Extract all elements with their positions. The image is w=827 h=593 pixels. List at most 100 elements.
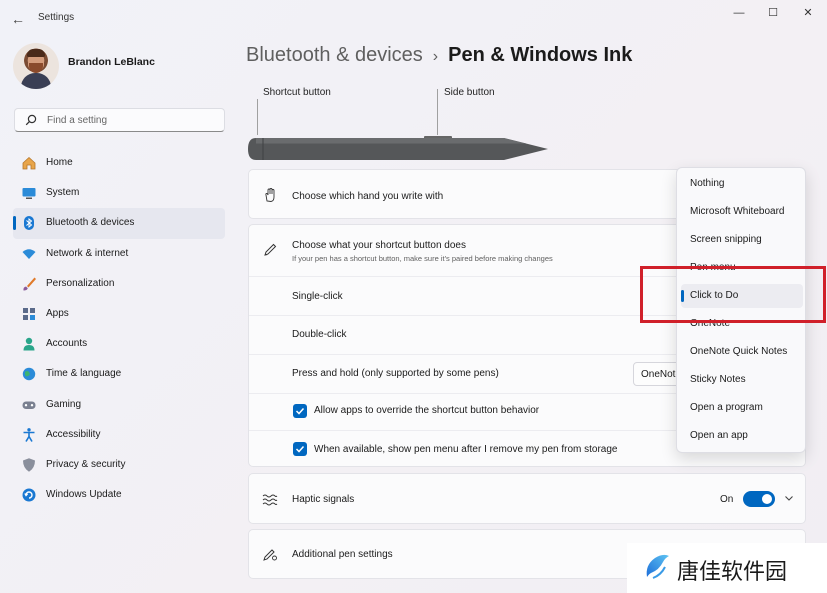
system-icon [22,188,36,200]
maximize-button[interactable]: ☐ [758,5,788,21]
menu-item-label: Sticky Notes [690,374,746,385]
page-title: Pen & Windows Ink [448,44,633,66]
sidebar-item-windows-update[interactable]: Windows Update [13,480,225,510]
shield-icon [23,458,35,472]
haptic-signals-label: Haptic signals [292,494,355,505]
sidebar-item-gaming[interactable]: Gaming [13,390,225,420]
pen-icon [264,243,277,256]
sidebar-item-label: Home [46,157,73,168]
menu-item-sticky-notes[interactable]: Sticky Notes [681,368,803,392]
breadcrumb-parent[interactable]: Bluetooth & devices [246,44,423,66]
menu-item-label: Screen snipping [690,234,762,245]
menu-item-screen-snipping[interactable]: Screen snipping [681,228,803,252]
sidebar-item-label: Windows Update [46,489,122,501]
single-click-label: Single-click [292,291,343,302]
sidebar-item-label: Accounts [46,338,88,350]
sidebar-item-label: Network & internet [46,247,129,259]
toggle-state-label: On [720,494,734,505]
haptic-icon [262,494,278,506]
breadcrumb: Bluetooth & devices › Pen & Windows Ink [246,44,632,67]
chevron-down-icon[interactable] [783,492,795,504]
menu-item-click-to-do[interactable]: Click to Do [681,284,803,308]
settings-window: ← Settings — ☐ ✕ Brandon LeBlanc Home Sy… [0,0,827,593]
menu-item-onenote-quick-notes[interactable]: OneNote Quick Notes [681,340,803,364]
sidebar-item-apps[interactable]: Apps [13,299,225,329]
chevron-right-icon: › [432,48,439,65]
apps-icon [23,307,35,320]
menu-item-whiteboard[interactable]: Microsoft Whiteboard [681,200,803,224]
title-bar: ← Settings — ☐ ✕ [0,0,827,36]
sidebar-item-network[interactable]: Network & internet [13,239,225,269]
press-hold-label: Press and hold (only supported by some p… [292,368,499,379]
selection-indicator [13,216,16,231]
menu-item-label: Microsoft Whiteboard [690,206,785,217]
haptic-signals-row[interactable]: Haptic signals On [248,473,806,524]
menu-item-pen-menu[interactable]: Pen menu [681,256,803,280]
shortcut-action-menu: Nothing Microsoft Whiteboard Screen snip… [676,167,806,453]
home-icon [22,156,36,170]
menu-item-label: OneNote [690,318,731,329]
menu-item-label: Nothing [690,178,725,189]
watermark-text: 唐佳软件园 [677,560,788,585]
checkmark-icon [295,407,305,415]
menu-item-open-app[interactable]: Open an app [681,424,803,448]
checkmark-icon [295,445,305,453]
watermark-logo-icon [646,554,669,579]
gamepad-icon [22,401,36,409]
show-pen-menu-checkbox[interactable] [293,442,307,456]
sidebar-item-label: Time & language [46,368,122,380]
menu-item-nothing[interactable]: Nothing [681,172,803,196]
menu-item-onenote[interactable]: OneNote [681,312,803,336]
sidebar-item-personalization[interactable]: Personalization [13,269,225,299]
menu-item-label: Pen menu [690,262,736,273]
avatar [13,43,59,89]
hand-icon [265,188,275,202]
shortcut-setting-sublabel: If your pen has a shortcut button, make … [292,254,553,263]
selection-indicator [681,290,684,302]
side-button-label: Side button [444,87,495,98]
sidebar-item-system[interactable]: System [13,178,225,208]
close-button[interactable]: ✕ [793,5,823,21]
haptic-toggle[interactable] [743,491,775,507]
menu-item-label: Open an app [690,430,748,441]
sidebar-item-time-language[interactable]: Time & language [13,359,225,389]
back-button[interactable]: ← [8,9,28,29]
hand-setting-label: Choose which hand you write with [292,191,444,202]
double-click-label: Double-click [292,329,347,340]
update-icon [22,488,36,502]
search-icon [25,114,37,126]
menu-item-label: Click to Do [690,290,739,301]
sidebar-item-privacy[interactable]: Privacy & security [13,450,225,480]
sidebar-item-home[interactable]: Home [13,148,225,178]
user-name: Brandon LeBlanc [68,56,155,68]
menu-item-label: OneNote Quick Notes [690,346,788,357]
menu-item-label: Open a program [690,402,763,413]
shortcut-setting-label: Choose what your shortcut button does [292,240,466,251]
show-pen-menu-label: When available, show pen menu after I re… [314,444,618,455]
app-title: Settings [38,12,75,23]
sidebar-item-label: Privacy & security [46,458,126,470]
sidebar-item-label: Gaming [46,398,82,410]
accounts-icon [23,337,35,351]
additional-pen-settings-label: Additional pen settings [292,549,393,560]
bluetooth-icon [24,216,34,231]
allow-override-checkbox[interactable] [293,404,307,418]
sidebar-item-accessibility[interactable]: Accessibility [13,420,225,450]
watermark: 唐佳软件园 [627,543,827,593]
sidebar-item-label: Accessibility [46,428,101,440]
menu-item-open-program[interactable]: Open a program [681,396,803,420]
sidebar-item-label: System [46,187,80,199]
sidebar-item-bluetooth[interactable]: Bluetooth & devices [13,208,225,239]
sidebar-nav: Home System Bluetooth & devices Network … [13,148,225,510]
search-input[interactable] [47,111,217,129]
allow-override-label: Allow apps to override the shortcut butt… [314,405,540,416]
sidebar-item-accounts[interactable]: Accounts [13,329,225,359]
sidebar-item-label: Bluetooth & devices [46,217,135,229]
pen-settings-icon [263,549,277,561]
sidebar-item-label: Personalization [46,277,115,289]
search-box[interactable] [14,108,225,132]
minimize-button[interactable]: — [724,5,754,21]
globe-icon [22,368,36,381]
pen-illustration [248,136,548,160]
shortcut-button-label: Shortcut button [263,87,331,98]
